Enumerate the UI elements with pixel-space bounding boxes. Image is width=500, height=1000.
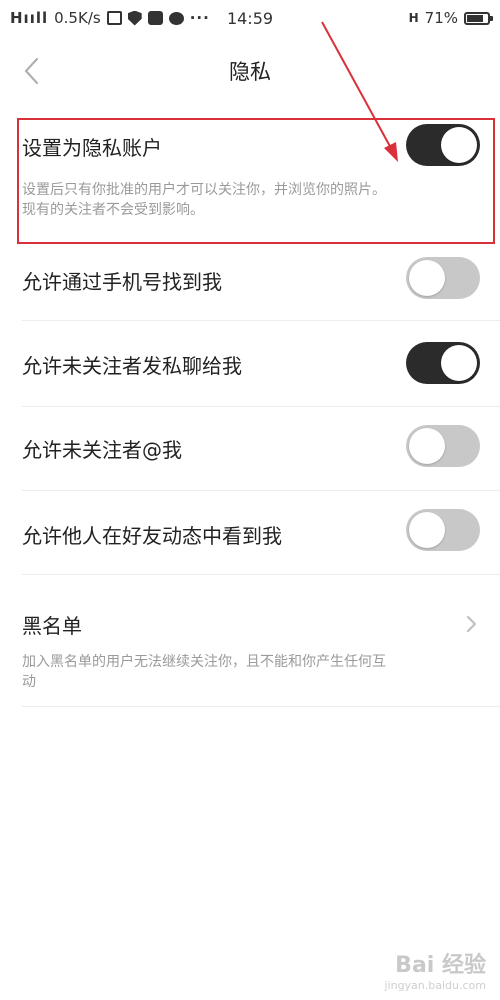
blacklist-description: 加入黑名单的用户无法继续关注你，且不能和你产生任何互动 (22, 654, 386, 690)
toggle-knob (441, 345, 477, 381)
row-divider (22, 320, 500, 321)
battery-percent: 71% (424, 9, 458, 27)
setting-label: 设置为隐私账户 (22, 136, 162, 160)
toggle-knob (409, 260, 445, 296)
more-notifications-icon: ··· (189, 9, 210, 27)
chat-bubble-icon (168, 11, 184, 25)
setting-label: 允许未关注者@我 (22, 438, 182, 462)
nav-header: 隐私 (0, 36, 500, 104)
private-account-toggle[interactable] (406, 124, 480, 166)
watermark-brand: Bai 经验 (395, 953, 486, 978)
mention-from-strangers-toggle[interactable] (406, 425, 480, 467)
blacklist-label: 黑名单 (22, 614, 82, 638)
find-by-phone-toggle[interactable] (406, 257, 480, 299)
setting-row-dm-from-strangers: 允许未关注者发私聊给我 (0, 326, 500, 408)
watermark: Bai 经验 jingyan.baidu.com (384, 947, 486, 992)
setting-label: 允许他人在好友动态中看到我 (22, 524, 282, 548)
signal-strength: Hııll (10, 9, 49, 27)
toggle-knob (409, 512, 445, 548)
row-divider (22, 574, 500, 575)
toggle-knob (441, 127, 477, 163)
network-type: H (408, 11, 419, 25)
setting-label: 允许未关注者发私聊给我 (22, 354, 242, 378)
battery-icon (464, 11, 493, 25)
sim-icon (106, 11, 122, 25)
status-bar: Hııll 0.5K/s ··· 14:59 H 71% (0, 0, 500, 36)
shield-icon (127, 10, 142, 26)
setting-row-mention-from-strangers: 允许未关注者@我 (0, 408, 500, 492)
setting-row-private-account: 设置为隐私账户 设置后只有你批准的用户才可以关注你，并浏览你的照片。现有的关注者… (0, 118, 500, 248)
chevron-right-icon (467, 616, 476, 632)
blacklist-row[interactable]: 黑名单 加入黑名单的用户无法继续关注你，且不能和你产生任何互动 (0, 576, 500, 708)
network-speed: 0.5K/s (54, 9, 101, 27)
setting-description: 设置后只有你批准的用户才可以关注你，并浏览你的照片。现有的关注者不会受到影响。 (22, 182, 386, 218)
watermark-url: jingyan.baidu.com (384, 979, 486, 992)
setting-row-friend-feed-visibility: 允许他人在好友动态中看到我 (0, 492, 500, 576)
row-divider (22, 490, 500, 491)
page-title: 隐私 (229, 60, 271, 84)
friend-feed-visibility-toggle[interactable] (406, 509, 480, 551)
mail-icon (147, 11, 163, 25)
toggle-knob (409, 428, 445, 464)
row-divider (22, 406, 500, 407)
dm-from-strangers-toggle[interactable] (406, 342, 480, 384)
setting-label: 允许通过手机号找到我 (22, 270, 222, 294)
setting-row-find-by-phone: 允许通过手机号找到我 (0, 248, 500, 326)
row-divider (22, 706, 500, 707)
